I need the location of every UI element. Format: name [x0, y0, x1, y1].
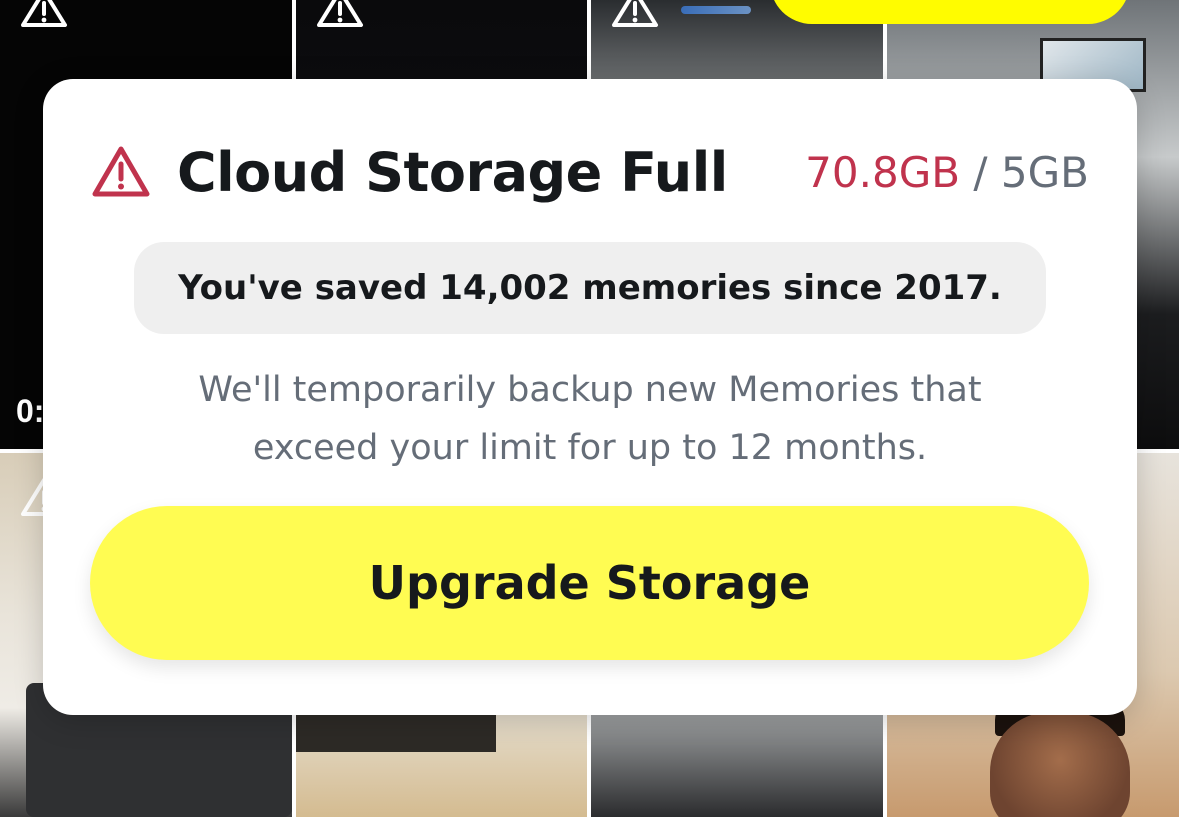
- memories-count-text: You've saved 14,002 memories since 2017.: [178, 268, 1002, 308]
- upgrade-storage-label: Upgrade Storage: [368, 556, 811, 610]
- storage-usage: 70.8GB / 5GB: [805, 148, 1089, 197]
- warning-triangle-icon: [317, 0, 363, 27]
- video-duration-label: 0:: [16, 393, 45, 429]
- backup-info-line: We'll temporarily backup new Memories th…: [198, 370, 982, 410]
- backup-info-text: We'll temporarily backup new Memories th…: [103, 361, 1077, 477]
- shelf-photo-detail: [296, 712, 496, 752]
- warning-triangle-icon: [612, 0, 658, 27]
- yellow-button-peek: [770, 0, 1130, 24]
- face-photo-detail: [990, 712, 1130, 817]
- backup-info-line: exceed your limit for up to 12 months.: [252, 428, 928, 468]
- dashboard-light: [681, 6, 751, 14]
- storage-full-dialog: Cloud Storage Full 70.8GB / 5GB You've s…: [43, 79, 1137, 715]
- warning-triangle-icon: [21, 0, 67, 27]
- storage-limit-value: 5GB: [1000, 147, 1089, 197]
- warning-triangle-icon: [92, 146, 150, 197]
- storage-separator: /: [960, 147, 1001, 197]
- upgrade-storage-button[interactable]: Upgrade Storage: [90, 506, 1089, 660]
- dialog-header: Cloud Storage Full 70.8GB / 5GB: [91, 137, 1089, 207]
- dialog-title: Cloud Storage Full: [177, 140, 728, 204]
- memories-screen: 0: Cloud Storage Full 70.8GB / 5GB You'v…: [0, 0, 1179, 817]
- memories-count-pill: You've saved 14,002 memories since 2017.: [134, 242, 1046, 334]
- storage-used-value: 70.8GB: [805, 147, 961, 197]
